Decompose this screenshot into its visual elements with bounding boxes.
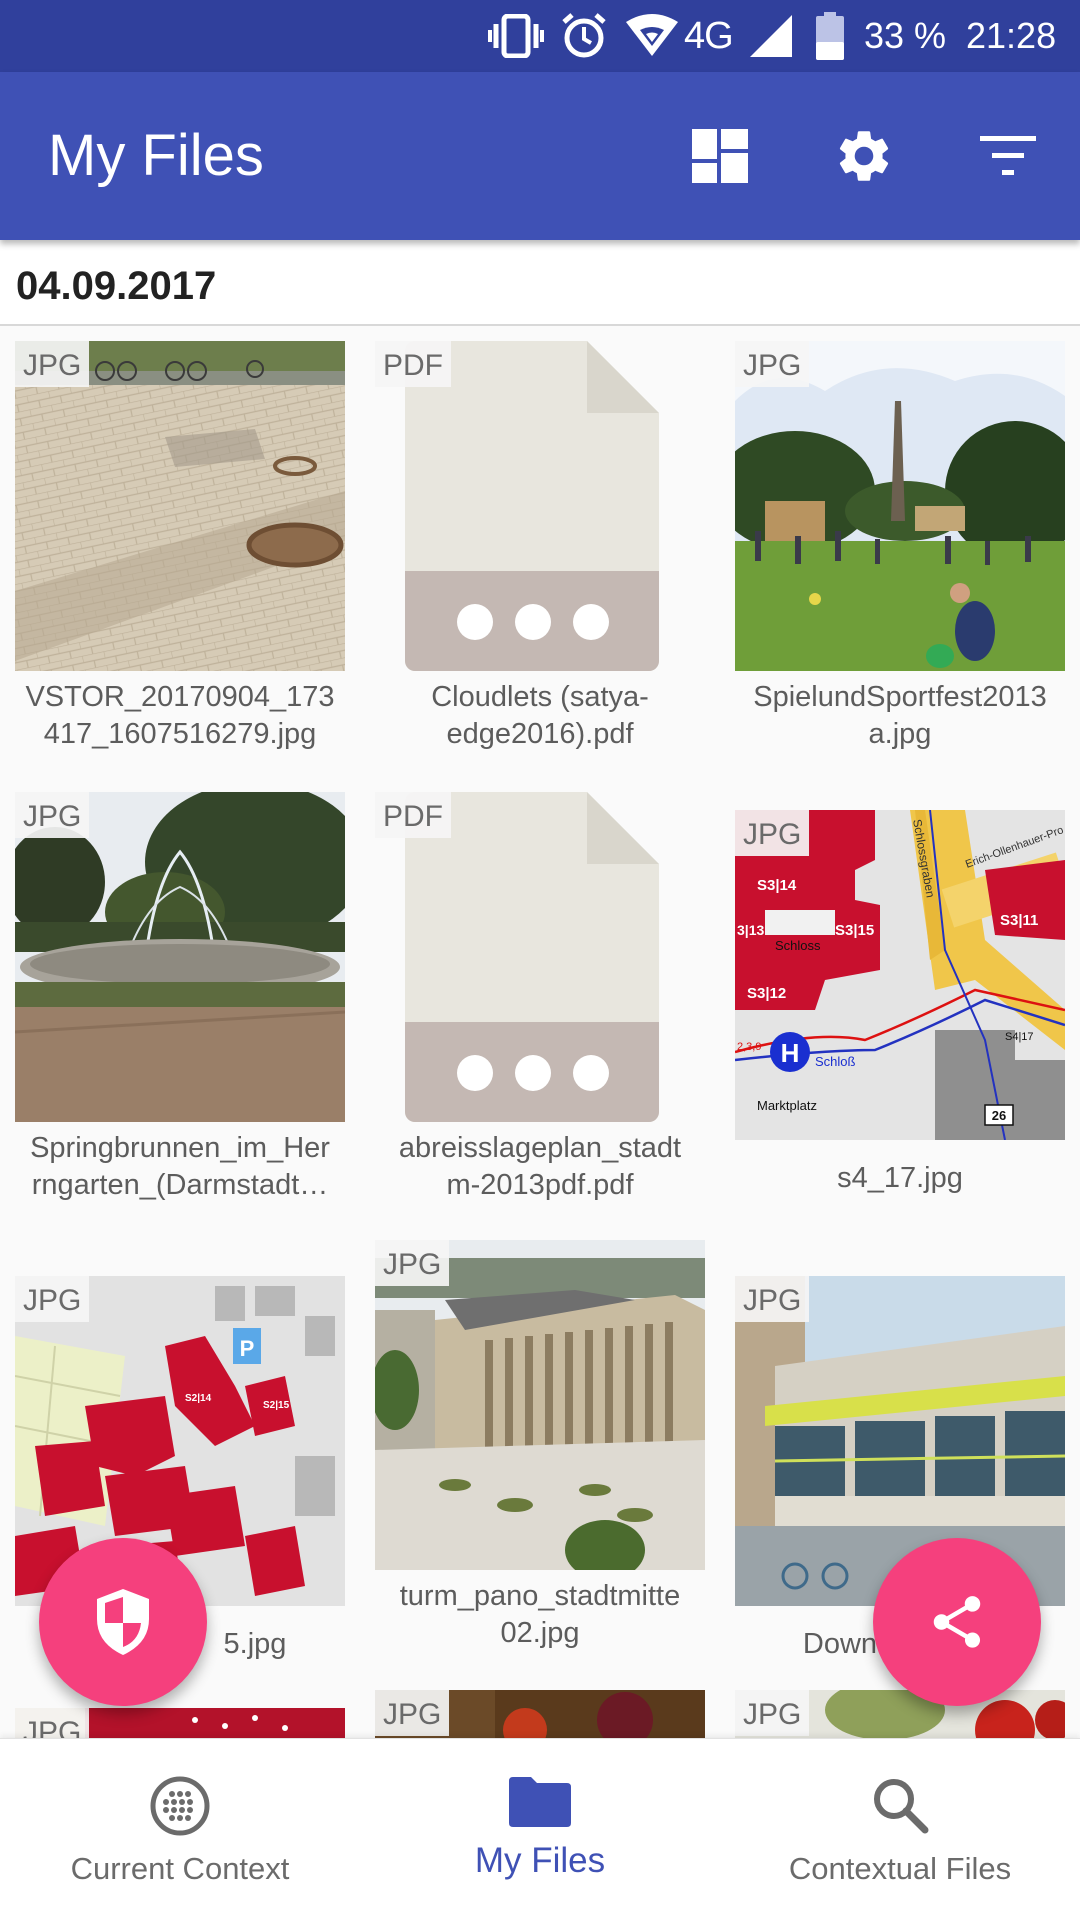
pdf-document-icon (405, 792, 659, 1122)
file-thumbnail: H S3|14 3|13 S3|15 Schloss S3|11 S3|12 2… (735, 810, 1065, 1140)
file-thumbnail: JPG (375, 1690, 705, 1738)
file-tile[interactable]: JPG Springbrunnen_im_Her rngarten_(Darmst… (15, 792, 345, 1212)
svg-text:S3|12: S3|12 (747, 985, 786, 1002)
file-thumbnail: PDF (375, 341, 705, 671)
file-type-badge: JPG (375, 1240, 450, 1286)
network-type: 4G (684, 14, 734, 57)
file-type-badge: PDF (375, 341, 451, 387)
screen: 4G 33 % 21:28 My Files 04.09.2017 JPG VS… (0, 0, 1080, 1920)
share-icon (933, 1596, 981, 1648)
file-grid: JPG VSTOR_20170904_173 417_1607516279.jpg… (0, 326, 1080, 1738)
status-bar: 4G 33 % 21:28 (0, 0, 1080, 72)
file-name: SpielundSportfest2013 a.jpg (753, 681, 1047, 750)
file-thumbnail: JPG (375, 1240, 705, 1570)
file-type-badge: JPG (735, 341, 810, 387)
wifi-icon (624, 0, 680, 72)
file-type-badge: JPG (735, 810, 810, 856)
svg-text:3|13: 3|13 (737, 922, 764, 938)
nav-my-files[interactable]: My Files (360, 1739, 720, 1920)
file-type-badge: JPG (15, 341, 90, 387)
svg-text:Marktplatz: Marktplatz (757, 1098, 817, 1113)
signal-icon (750, 0, 792, 72)
file-thumbnail: JPG (735, 1276, 1065, 1606)
file-thumbnail: JPG (735, 341, 1065, 671)
file-type-badge: JPG (735, 1276, 810, 1322)
svg-text:H: H (781, 1038, 800, 1068)
file-thumbnail: PDF (375, 792, 705, 1122)
battery-percent: 33 % (864, 15, 947, 56)
context-icon (0, 1775, 360, 1837)
page-title: My Files (48, 123, 264, 188)
file-type-badge: JPG (15, 1276, 90, 1322)
file-thumbnail: JPG (15, 1708, 345, 1738)
app-bar: My Files (0, 72, 1080, 240)
nav-current-context[interactable]: Current Context (0, 1739, 360, 1920)
svg-text:Schloss: Schloss (775, 938, 821, 953)
share-fab-button[interactable] (873, 1538, 1041, 1706)
file-type-badge: JPG (375, 1690, 450, 1736)
file-name: Springbrunnen_im_Her rngarten_(Darmstadt… (30, 1132, 330, 1201)
file-tile[interactable]: JPG (375, 1690, 705, 1738)
shield-fab-button[interactable] (39, 1538, 207, 1706)
file-thumbnail: JPG (15, 792, 345, 1122)
battery-icon (816, 0, 844, 72)
file-type-badge: JPG (735, 1690, 810, 1736)
svg-text:Schloß: Schloß (815, 1054, 856, 1069)
svg-text:S2|14: S2|14 (185, 1393, 212, 1404)
file-tile[interactable]: JPG SpielundSportfest2013 a.jpg (735, 341, 1065, 761)
alarm-icon (560, 0, 608, 72)
svg-text:P: P (240, 1336, 255, 1361)
file-tile[interactable]: PDF Cloudlets (satya-edge2016).pdf (375, 341, 705, 761)
file-name: abreisslageplan_stadt m-2013pdf.pdf (398, 1132, 682, 1201)
file-thumbnail: JPG (15, 341, 345, 671)
filter-icon[interactable] (968, 116, 1048, 196)
file-tile[interactable]: H S3|14 3|13 S3|15 Schloss S3|11 S3|12 2… (735, 792, 1065, 1212)
svg-text:S3|14: S3|14 (757, 877, 797, 894)
nav-label: Contextual Files (788, 1851, 1012, 1886)
svg-text:26: 26 (992, 1108, 1006, 1123)
svg-text:S3|15: S3|15 (835, 922, 874, 939)
file-tile[interactable]: JPG (735, 1690, 1065, 1738)
file-name: turm_pano_stadtmitte 02.jpg (399, 1580, 681, 1649)
nav-label: My Files (474, 1841, 606, 1880)
date-header: 04.09.2017 (0, 240, 1080, 326)
svg-text:S4|17: S4|17 (1005, 1031, 1034, 1043)
file-tile[interactable]: JPG VSTOR_20170904_173 417_1607516279.jpg (15, 341, 345, 761)
vibrate-icon (488, 0, 544, 72)
pdf-document-icon (405, 341, 659, 671)
file-type-badge: PDF (375, 792, 451, 838)
svg-text:S2|15: S2|15 (263, 1400, 290, 1411)
shield-icon (97, 1589, 149, 1655)
date-label: 04.09.2017 (16, 264, 217, 308)
search-icon (720, 1775, 1080, 1835)
svg-text:S3|11: S3|11 (1000, 912, 1038, 929)
file-name: VSTOR_20170904_173 417_1607516279.jpg (25, 681, 335, 750)
file-name: s4_17.jpg (837, 1162, 963, 1194)
file-thumbnail: P S2|14 S2|15 JPG (15, 1276, 345, 1606)
nav-label: Current Context (70, 1851, 290, 1886)
clock: 21:28 (966, 15, 1057, 56)
bottom-navigation: Current Context My Files Contextual File… (0, 1738, 1080, 1920)
file-tile[interactable]: JPG (15, 1708, 345, 1738)
folder-icon (360, 1777, 720, 1827)
file-tile[interactable]: PDF abreisslageplan_stadt m-2013pdf.pdf (375, 792, 705, 1212)
nav-contextual-files[interactable]: Contextual Files (720, 1739, 1080, 1920)
file-thumbnail: JPG (735, 1690, 1065, 1738)
settings-icon[interactable] (824, 116, 904, 196)
file-name: Cloudlets (satya-edge2016).pdf (431, 681, 649, 750)
file-type-badge: JPG (15, 1708, 90, 1738)
file-tile[interactable]: JPG turm_pano_stadtmitte 02.jpg (375, 1240, 705, 1660)
dashboard-icon[interactable] (680, 116, 760, 196)
file-type-badge: JPG (15, 792, 90, 838)
svg-text:2,3,9: 2,3,9 (737, 1041, 761, 1053)
